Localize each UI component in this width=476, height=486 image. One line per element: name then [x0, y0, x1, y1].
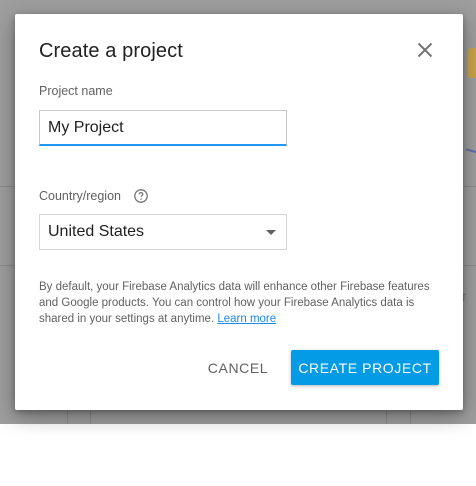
project-name-input[interactable] [39, 110, 287, 146]
country-region-label: Country/region [39, 189, 121, 203]
background-graphic-fragment [465, 148, 476, 154]
project-name-label: Project name [39, 84, 113, 98]
background-logo-fragment [468, 48, 476, 78]
help-circle-icon[interactable] [133, 188, 149, 204]
country-region-select[interactable]: United States [39, 214, 287, 250]
dropdown-arrow-icon [266, 230, 276, 235]
close-icon [417, 42, 433, 58]
create-project-dialog: Create a project Project name Country/re… [15, 14, 463, 410]
learn-more-link[interactable]: Learn more [217, 313, 276, 325]
create-project-button[interactable]: CREATE PROJECT [291, 350, 439, 385]
dialog-title: Create a project [39, 40, 183, 62]
country-selected-value: United States [48, 223, 145, 240]
analytics-disclaimer: By default, your Firebase Analytics data… [39, 279, 443, 327]
cancel-button[interactable]: CANCEL [201, 350, 275, 386]
close-button[interactable] [413, 38, 437, 62]
